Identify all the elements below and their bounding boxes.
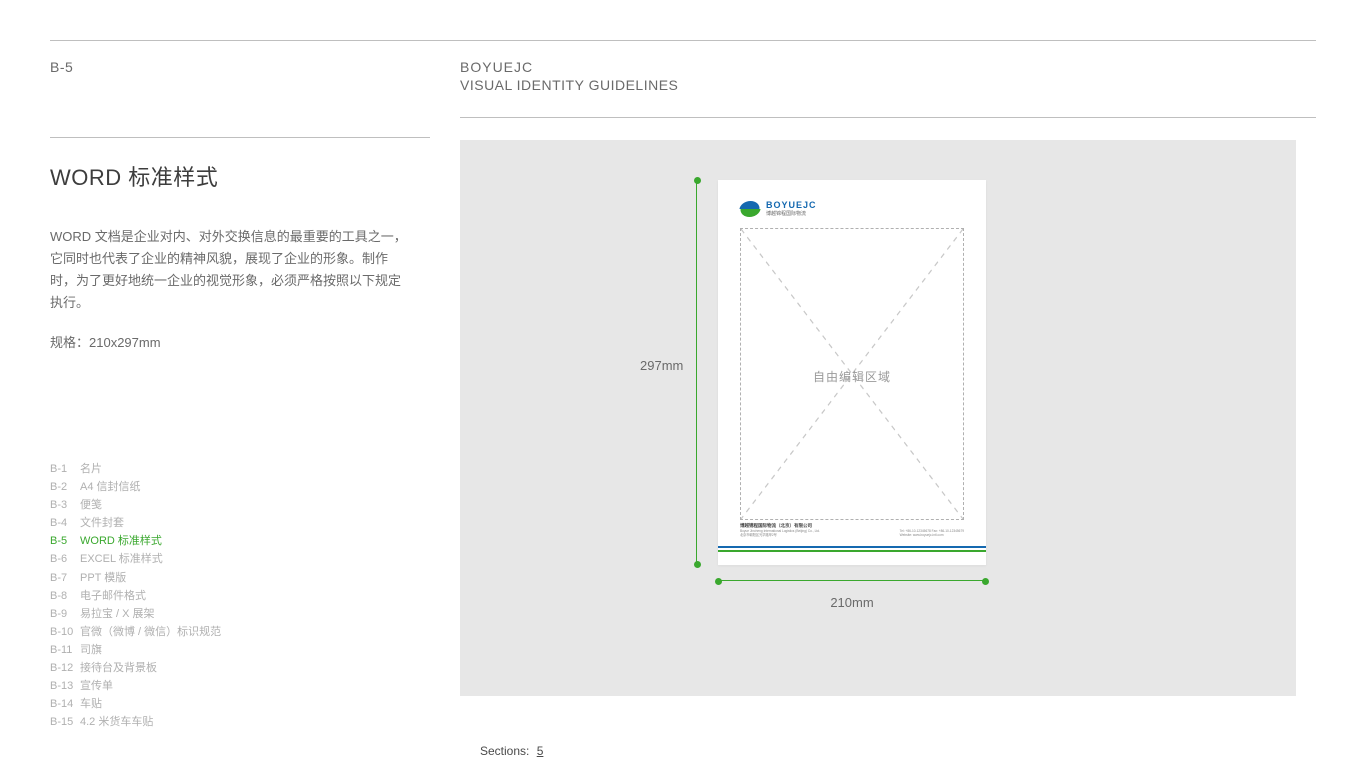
toc-item-label: WORD 标准样式 — [80, 532, 162, 550]
toc-item-code: B-11 — [50, 641, 80, 659]
document-footer: 博越锦程国际物流（北京）有限公司 Boyue Jincheng Internat… — [740, 523, 964, 553]
dimension-width-label: 210mm — [460, 595, 1244, 610]
toc-item-b-15[interactable]: B-154.2 米货车车贴 — [50, 713, 221, 731]
toc-item-code: B-2 — [50, 478, 80, 496]
toc-item-b-13[interactable]: B-13宣传单 — [50, 677, 221, 695]
editable-area-label: 自由编辑区域 — [741, 368, 963, 385]
toc-item-code: B-13 — [50, 677, 80, 695]
toc-item-code: B-1 — [50, 460, 80, 478]
toc-item-label: 4.2 米货车车贴 — [80, 713, 153, 731]
sections-label: Sections: — [480, 744, 529, 758]
toc-item-label: 名片 — [80, 460, 102, 478]
toc-item-code: B-6 — [50, 550, 80, 568]
toc-item-code: B-4 — [50, 514, 80, 532]
page-code: B-5 — [50, 59, 430, 95]
top-rule — [50, 40, 1316, 41]
toc-item-b-11[interactable]: B-11司旗 — [50, 641, 221, 659]
toc-item-code: B-7 — [50, 569, 80, 587]
toc-item-b-1[interactable]: B-1名片 — [50, 460, 221, 478]
toc-item-label: A4 信封信纸 — [80, 478, 141, 496]
toc-item-code: B-14 — [50, 695, 80, 713]
sections-indicator: Sections: 5 — [480, 744, 543, 758]
toc-item-label: 易拉宝 / X 展架 — [80, 605, 155, 623]
logo-text-secondary: 博越锦程国际物流 — [766, 210, 817, 217]
body-text: WORD 文档是企业对内、对外交换信息的最重要的工具之一，它同时也代表了企业的精… — [50, 226, 410, 314]
logo-text-primary: BOYUEJC — [766, 200, 817, 210]
toc-item-label: 车贴 — [80, 695, 102, 713]
dimension-vertical-line — [696, 180, 697, 565]
toc-item-b-8[interactable]: B-8电子邮件格式 — [50, 587, 221, 605]
table-of-contents: B-1名片B-2A4 信封信纸B-3便笺B-4文件封套B-5WORD 标准样式B… — [50, 460, 221, 731]
footer-line-blue — [718, 546, 986, 548]
toc-item-code: B-10 — [50, 623, 80, 641]
preview-canvas: 297mm 210mm BOYUEJC 博越锦程国际物流 — [460, 140, 1296, 696]
toc-item-b-2[interactable]: B-2A4 信封信纸 — [50, 478, 221, 496]
toc-item-label: 司旗 — [80, 641, 102, 659]
toc-item-label: 便笺 — [80, 496, 102, 514]
toc-item-b-3[interactable]: B-3便笺 — [50, 496, 221, 514]
toc-item-code: B-9 — [50, 605, 80, 623]
footer-line-green — [718, 550, 986, 552]
footer-company-cn: 博越锦程国际物流（北京）有限公司 — [740, 523, 820, 529]
footer-address: 北京市朝阳区光华路甲2号 — [740, 533, 820, 537]
page-title: WORD 标准样式 — [50, 160, 430, 192]
toc-item-b-9[interactable]: B-9易拉宝 / X 展架 — [50, 605, 221, 623]
toc-item-b-14[interactable]: B-14车贴 — [50, 695, 221, 713]
toc-item-code: B-8 — [50, 587, 80, 605]
toc-item-b-5[interactable]: B-5WORD 标准样式 — [50, 532, 221, 550]
sections-value: 5 — [537, 744, 544, 758]
toc-item-label: 电子邮件格式 — [80, 587, 146, 605]
toc-item-code: B-3 — [50, 496, 80, 514]
toc-item-label: 文件封套 — [80, 514, 124, 532]
toc-item-code: B-5 — [50, 532, 80, 550]
toc-item-b-4[interactable]: B-4文件封套 — [50, 514, 221, 532]
editable-area: 自由编辑区域 — [740, 228, 964, 520]
toc-item-b-7[interactable]: B-7PPT 模版 — [50, 569, 221, 587]
toc-item-label: 接待台及背景板 — [80, 659, 157, 677]
document-logo: BOYUEJC 博越锦程国际物流 — [740, 200, 817, 217]
toc-item-code: B-15 — [50, 713, 80, 731]
mid-rule-right — [460, 117, 1316, 118]
dimension-horizontal-line — [718, 580, 986, 581]
brand-name: BOYUEJC — [460, 59, 1316, 75]
dimension-height-label: 297mm — [640, 358, 683, 373]
toc-item-b-12[interactable]: B-12接待台及背景板 — [50, 659, 221, 677]
logo-mark-icon — [740, 201, 760, 217]
footer-contact-web: Website: www.boyuejc-intl.com — [900, 533, 964, 537]
toc-item-b-6[interactable]: B-6EXCEL 标准样式 — [50, 550, 221, 568]
toc-item-label: EXCEL 标准样式 — [80, 550, 163, 568]
toc-item-b-10[interactable]: B-10官微（微博 / 微信）标识规范 — [50, 623, 221, 641]
toc-item-label: 官微（微博 / 微信）标识规范 — [80, 623, 221, 641]
spec-text: 规格：210x297mm — [50, 332, 430, 351]
brand-subtitle: VISUAL IDENTITY GUIDELINES — [460, 77, 1316, 93]
toc-item-code: B-12 — [50, 659, 80, 677]
mid-rule-left — [50, 137, 430, 138]
toc-item-label: PPT 模版 — [80, 569, 126, 587]
document-preview: BOYUEJC 博越锦程国际物流 自由编辑区域 — [718, 180, 986, 565]
toc-item-label: 宣传单 — [80, 677, 113, 695]
